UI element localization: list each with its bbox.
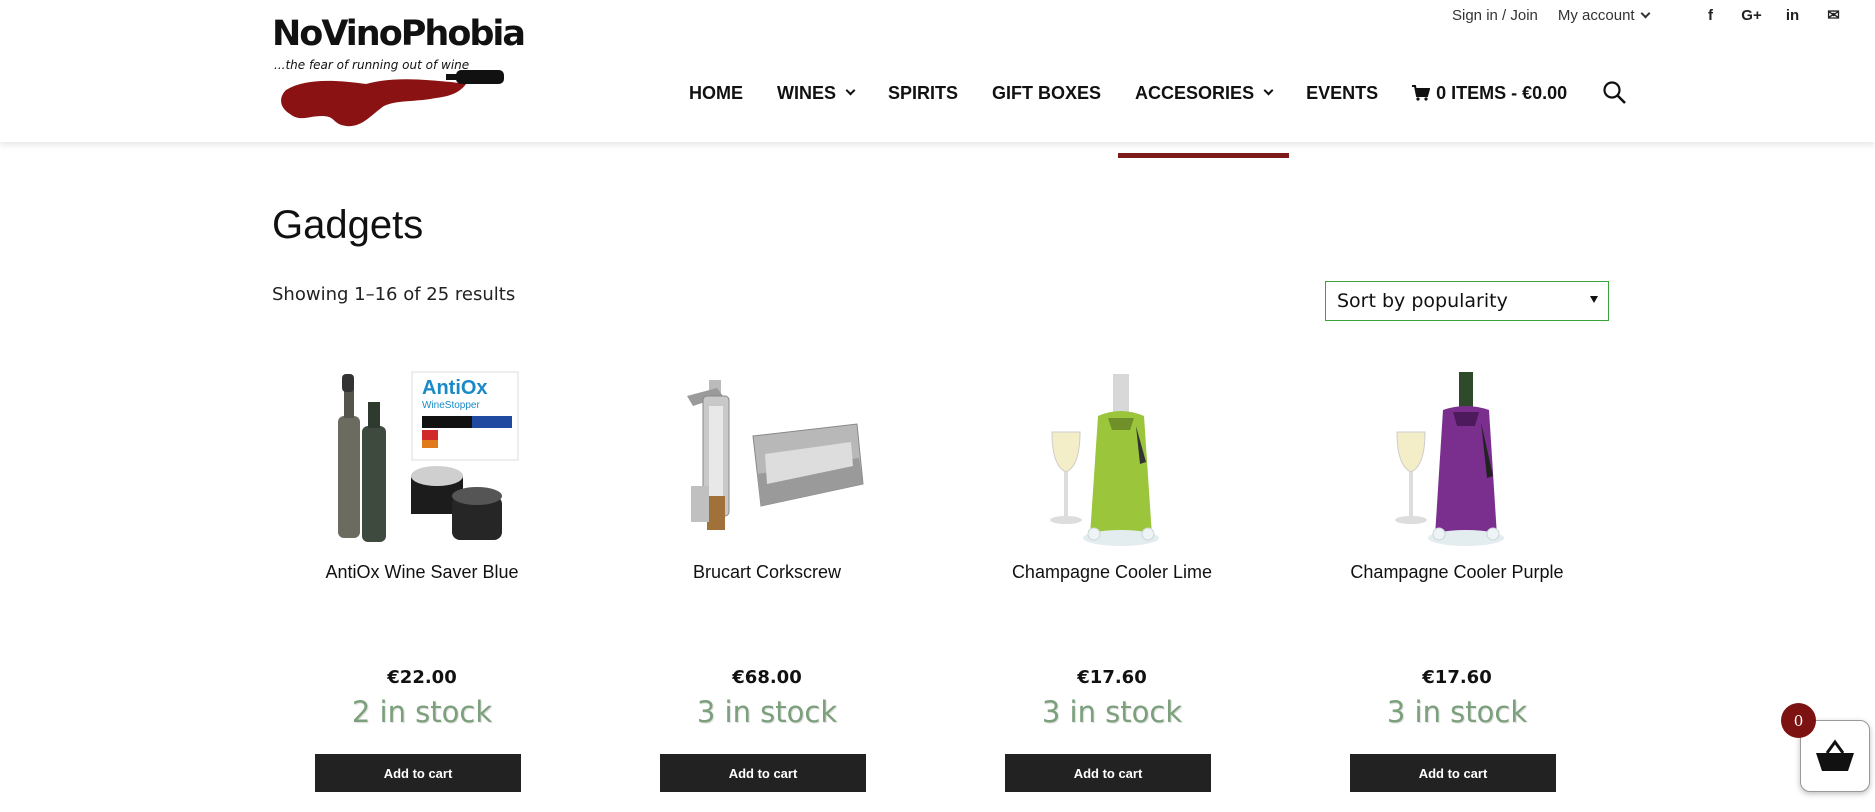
basket-icon: [1816, 739, 1854, 771]
chevron-down-icon: [1640, 8, 1651, 18]
chevron-down-icon: [1263, 85, 1274, 95]
my-account-label: My account: [1557, 6, 1635, 24]
product-name[interactable]: Champagne Cooler Purple: [1307, 562, 1607, 583]
result-count: Showing 1–16 of 25 results: [272, 284, 516, 305]
nav-item-wines[interactable]: WINES: [760, 78, 871, 108]
product-image[interactable]: [1357, 366, 1557, 552]
linkedin-icon[interactable]: in: [1772, 5, 1813, 25]
stock-status: 3 in stock: [1041, 695, 1183, 729]
product-name[interactable]: Brucart Corkscrew: [617, 562, 917, 583]
product-image[interactable]: AntiOx WineStopper: [322, 366, 522, 552]
site-header: NoVinoPhobia ...the fear of running out …: [0, 0, 1875, 158]
main-nav: HOME WINES SPIRITS GIFT BOXES ACCESORIES…: [672, 78, 1628, 158]
cart-icon: [1412, 85, 1431, 101]
product-name[interactable]: Champagne Cooler Lime: [962, 562, 1262, 583]
logo-title: NoVinoPhobia: [272, 14, 526, 54]
mail-icon[interactable]: ✉: [1813, 5, 1854, 25]
product-price: €17.60: [1422, 667, 1492, 688]
site-logo[interactable]: NoVinoPhobia ...the fear of running out …: [272, 14, 526, 127]
stock-status: 3 in stock: [696, 695, 838, 729]
mini-cart-count-badge: 0: [1781, 703, 1816, 738]
nav-label: ACCESORIES: [1135, 82, 1255, 103]
sign-in-link[interactable]: Sign in / Join: [1452, 7, 1538, 24]
nav-item-cart[interactable]: 0 ITEMS - €0.00: [1395, 78, 1584, 108]
nav-label: HOME: [689, 82, 743, 103]
nav-label: WINES: [777, 82, 837, 103]
add-to-cart-button[interactable]: Add to cart: [1350, 754, 1556, 792]
social-links: f G+ in ✉: [1690, 5, 1854, 25]
page-title: Gadgets: [272, 203, 424, 247]
antiox-image-subtitle: WineStopper: [422, 400, 480, 411]
nav-label: GIFT BOXES: [992, 82, 1102, 103]
product-price: €22.00: [387, 667, 457, 688]
product-card: AntiOx WineStopper AntiOx Wine Saver Blu…: [272, 360, 572, 800]
product-name[interactable]: AntiOx Wine Saver Blue: [272, 562, 572, 583]
antiox-image-title: AntiOx: [422, 377, 488, 399]
search-icon[interactable]: [1602, 80, 1628, 106]
chevron-down-icon: [845, 85, 856, 95]
wine-splash-icon: [281, 70, 504, 127]
nav-item-spirits[interactable]: SPIRITS: [871, 78, 975, 108]
product-grid: AntiOx WineStopper AntiOx Wine Saver Blu…: [272, 360, 1652, 800]
nav-item-accessories[interactable]: ACCESORIES: [1118, 78, 1290, 158]
product-card: Champagne Cooler Lime €17.60 3 in stock …: [962, 360, 1262, 800]
facebook-icon[interactable]: f: [1690, 5, 1731, 25]
nav-item-home[interactable]: HOME: [672, 78, 760, 108]
my-account-link[interactable]: My account: [1557, 6, 1651, 24]
dropdown-arrow-icon: [1590, 296, 1598, 303]
add-to-cart-button[interactable]: Add to cart: [315, 754, 521, 792]
product-price: €17.60: [1077, 667, 1147, 688]
stock-status: 3 in stock: [1386, 695, 1528, 729]
top-links: Sign in / Join My account: [1452, 6, 1651, 24]
cart-summary: 0 ITEMS - €0.00: [1436, 82, 1568, 103]
nav-item-gift-boxes[interactable]: GIFT BOXES: [975, 78, 1118, 108]
nav-label: SPIRITS: [888, 82, 959, 103]
stock-status: 2 in stock: [351, 695, 493, 729]
sort-select[interactable]: Sort by popularity: [1325, 281, 1609, 321]
nav-label: EVENTS: [1306, 82, 1379, 103]
product-image[interactable]: [1012, 366, 1212, 552]
product-image[interactable]: [667, 366, 867, 552]
add-to-cart-button[interactable]: Add to cart: [1005, 754, 1211, 792]
product-card: Champagne Cooler Purple €17.60 3 in stoc…: [1307, 360, 1607, 800]
product-price: €68.00: [732, 667, 802, 688]
add-to-cart-button[interactable]: Add to cart: [660, 754, 866, 792]
product-card: Brucart Corkscrew €68.00 3 in stock Add …: [617, 360, 917, 800]
google-plus-icon[interactable]: G+: [1731, 5, 1772, 25]
nav-item-events[interactable]: EVENTS: [1289, 78, 1395, 108]
sort-selected-value: Sort by popularity: [1337, 290, 1508, 312]
